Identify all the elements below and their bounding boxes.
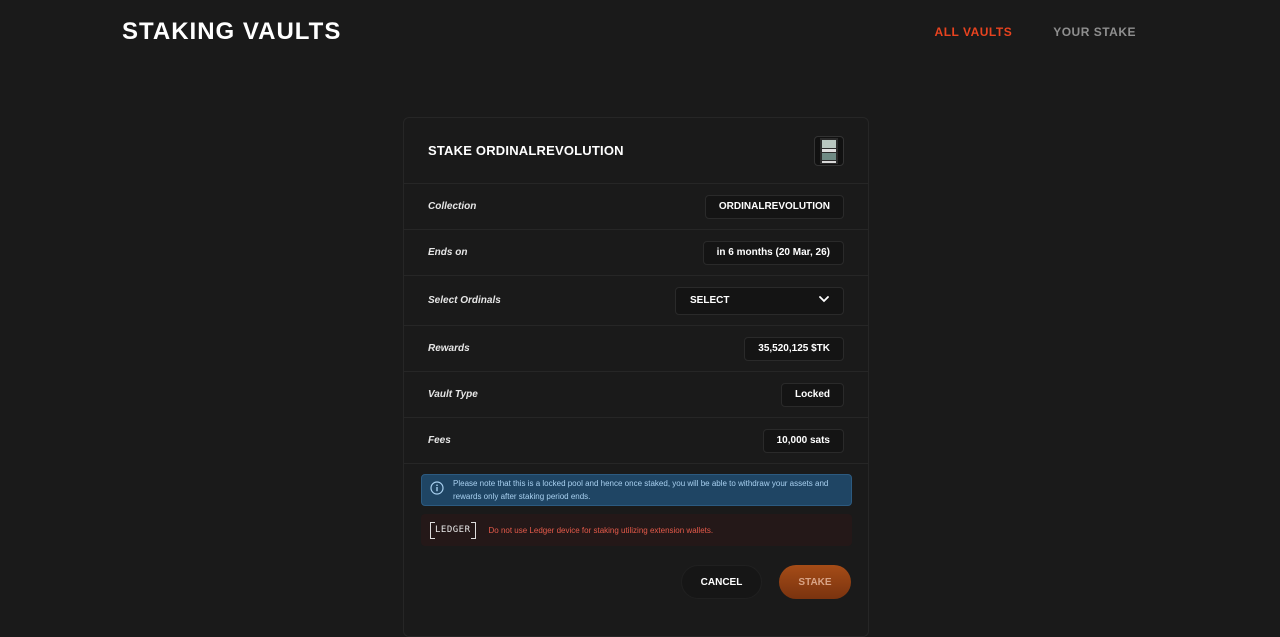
- top-nav: ALL VAULTS YOUR STAKE: [935, 25, 1136, 39]
- card-actions: CANCEL STAKE: [404, 563, 870, 599]
- collection-label: Collection: [428, 201, 477, 212]
- locked-pool-notice: Please note that this is a locked pool a…: [421, 474, 852, 506]
- row-rewards: Rewards 35,520,125 $TK: [404, 326, 868, 372]
- row-fees: Fees 10,000 sats: [404, 418, 868, 464]
- collection-thumbnail: [814, 135, 844, 166]
- rewards-value: 35,520,125 $TK: [744, 336, 844, 361]
- ends-on-value: in 6 months (20 Mar, 26): [702, 240, 844, 265]
- top-bar: STAKING VAULTS ALL VAULTS YOUR STAKE: [0, 0, 1280, 64]
- nav-all-vaults[interactable]: ALL VAULTS: [935, 25, 1013, 39]
- row-ends-on: Ends on in 6 months (20 Mar, 26): [404, 230, 868, 276]
- card-title: STAKE ORDINALREVOLUTION: [428, 143, 624, 158]
- page-title: STAKING VAULTS: [122, 18, 342, 45]
- rewards-label: Rewards: [428, 343, 470, 354]
- info-circle-icon: [430, 480, 444, 500]
- notice-text: Please note that this is a locked pool a…: [453, 479, 829, 501]
- select-ordinals-value: SELECT: [690, 295, 730, 306]
- select-ordinals-label: Select Ordinals: [428, 295, 501, 306]
- vault-type-label: Vault Type: [428, 389, 478, 400]
- cancel-button[interactable]: CANCEL: [681, 565, 762, 599]
- card-header: STAKE ORDINALREVOLUTION: [404, 118, 868, 184]
- chevron-down-icon: [819, 295, 829, 306]
- stake-button[interactable]: STAKE: [779, 565, 851, 599]
- ledger-logo: LEDGER: [430, 522, 476, 539]
- fees-label: Fees: [428, 435, 451, 446]
- ledger-warning: LEDGER Do not use Ledger device for stak…: [421, 514, 852, 546]
- row-select-ordinals: Select Ordinals SELECT: [404, 276, 868, 326]
- fees-value: 10,000 sats: [762, 428, 844, 453]
- row-collection: Collection ORDINALREVOLUTION: [404, 184, 868, 230]
- vault-type-value: Locked: [780, 382, 844, 407]
- select-ordinals-dropdown[interactable]: SELECT: [675, 286, 844, 315]
- nav-your-stake[interactable]: YOUR STAKE: [1053, 25, 1136, 39]
- stake-card: STAKE ORDINALREVOLUTION Collection ORDIN…: [403, 117, 869, 637]
- ledger-warning-text: Do not use Ledger device for staking uti…: [488, 525, 714, 535]
- ends-on-label: Ends on: [428, 247, 468, 258]
- collection-value: ORDINALREVOLUTION: [704, 194, 844, 219]
- row-vault-type: Vault Type Locked: [404, 372, 868, 418]
